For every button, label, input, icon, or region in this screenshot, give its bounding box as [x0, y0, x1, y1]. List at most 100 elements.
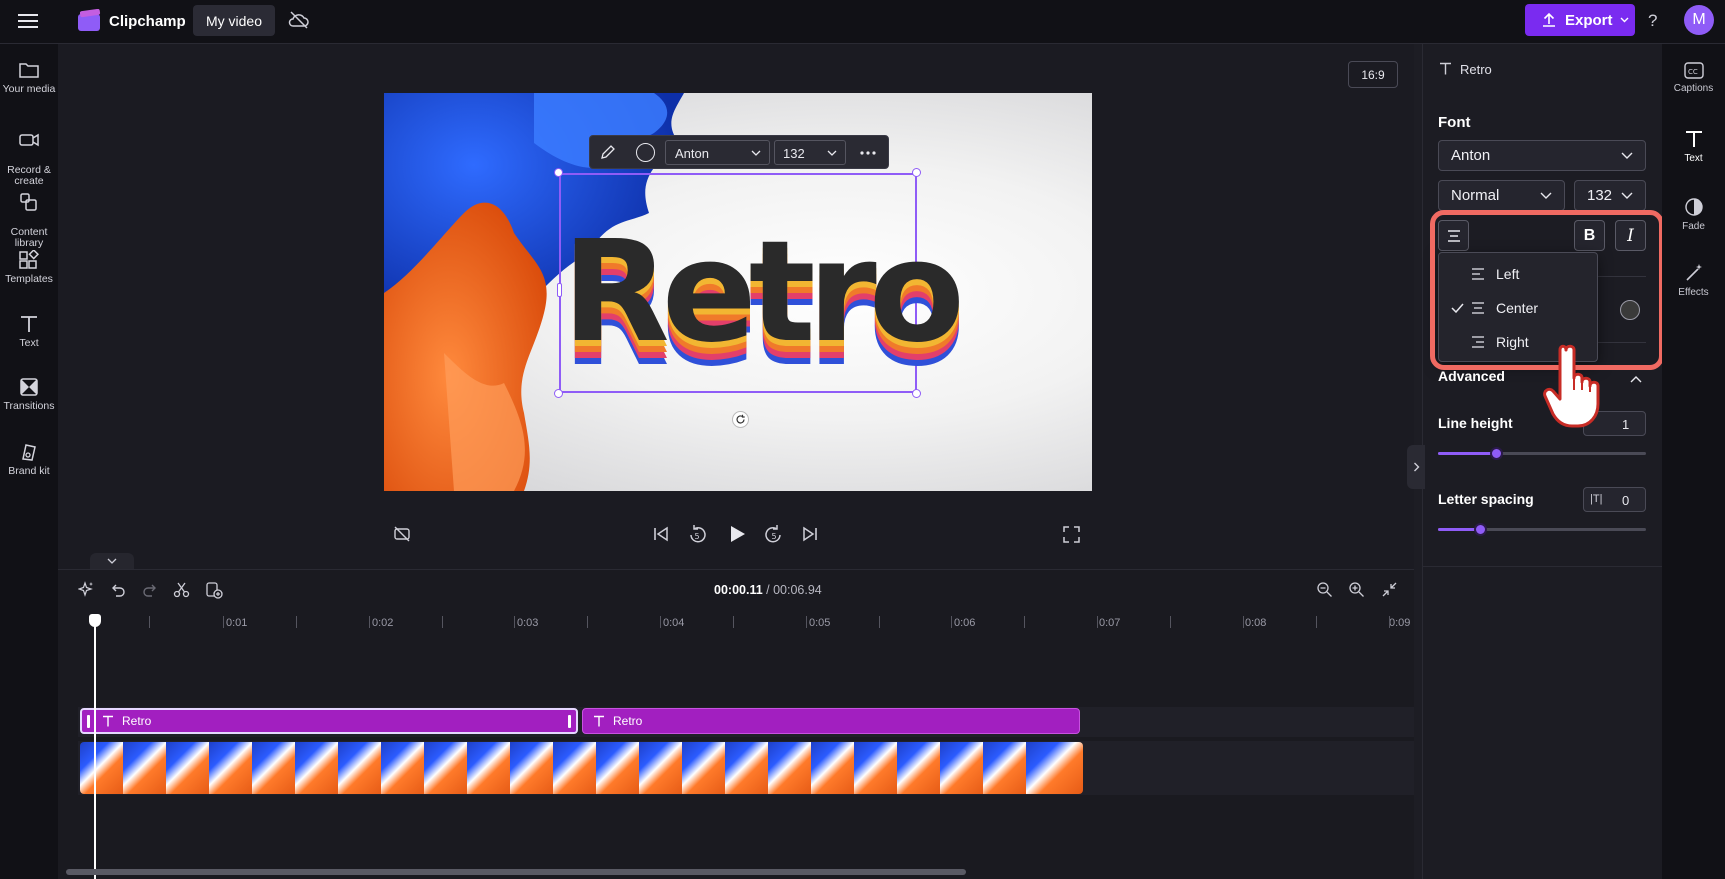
magic-icon[interactable] — [77, 581, 95, 603]
nav-captions[interactable]: CC Captions — [1662, 62, 1725, 94]
line-height-label: Line height — [1438, 415, 1513, 431]
nav-brand-kit[interactable]: Brand kit — [0, 442, 58, 477]
rotate-icon — [736, 414, 745, 424]
playhead[interactable] — [94, 617, 96, 879]
playhead-knob[interactable] — [89, 614, 101, 627]
retro-text-overlay[interactable]: Retro — [562, 198, 965, 388]
nav-fade[interactable]: Fade — [1662, 197, 1725, 232]
export-button[interactable]: Export — [1525, 4, 1635, 36]
forward-5-icon[interactable]: 5 — [763, 524, 785, 551]
resize-handle[interactable] — [554, 389, 563, 398]
redo-icon[interactable] — [142, 582, 158, 603]
section-divider — [1422, 566, 1662, 567]
toolbar-font-dropdown[interactable]: Anton — [665, 140, 770, 165]
fullscreen-icon[interactable] — [1063, 526, 1080, 548]
toolbar-size-dropdown[interactable]: 132 — [774, 140, 846, 165]
ruler-tick — [1024, 616, 1025, 628]
fit-timeline-icon[interactable] — [1381, 581, 1398, 603]
chevron-down-icon — [1621, 192, 1633, 199]
color-swatch[interactable] — [636, 143, 655, 162]
hamburger-menu-icon[interactable] — [18, 12, 40, 35]
letter-spacing-slider[interactable] — [1438, 523, 1646, 536]
resize-handle[interactable] — [912, 389, 921, 398]
resize-handle[interactable] — [554, 168, 563, 177]
clip-trim-handle[interactable] — [87, 715, 90, 728]
skip-forward-icon[interactable] — [801, 525, 819, 548]
ruler-label: 0:05 — [809, 617, 831, 629]
project-title[interactable]: My video — [193, 5, 275, 36]
svg-text:CC: CC — [1688, 68, 1698, 76]
slider-fill — [1438, 452, 1497, 455]
nav-text[interactable]: Text — [0, 314, 58, 349]
thumbnail-frame — [811, 742, 854, 794]
chevron-up-icon[interactable] — [1630, 370, 1642, 388]
ruler-tick — [296, 616, 297, 628]
line-height-slider[interactable] — [1438, 447, 1646, 460]
advanced-section-title: Advanced — [1438, 368, 1505, 384]
thumbnail-frame — [166, 742, 209, 794]
thumbnail-frame — [897, 742, 940, 794]
font-weight-dropdown[interactable]: Normal — [1438, 180, 1565, 211]
nav-record-create[interactable]: Record & create — [0, 119, 58, 187]
text-clip[interactable]: Retro — [582, 708, 1080, 734]
aspect-ratio-button[interactable]: 16:9 — [1348, 61, 1398, 88]
more-options-icon[interactable] — [859, 146, 877, 164]
ruler-tick — [223, 616, 224, 628]
timeline-scrollbar[interactable] — [66, 869, 966, 875]
ruler-tick — [587, 616, 588, 628]
thumbnail-frame — [209, 742, 252, 794]
clip-trim-handle[interactable] — [568, 715, 571, 728]
font-value: Anton — [1451, 147, 1491, 164]
effects-wand-icon — [1685, 264, 1702, 281]
svg-text:5: 5 — [695, 532, 700, 541]
right-sidebar: CC Captions Text Fade Effects — [1662, 44, 1725, 879]
nav-transitions[interactable]: Transitions — [0, 377, 58, 412]
chevron-right-icon — [1413, 462, 1419, 472]
zoom-in-icon[interactable] — [1348, 581, 1365, 603]
nav-your-media[interactable]: Your media — [0, 60, 58, 95]
zoom-out-icon[interactable] — [1316, 581, 1333, 603]
text-icon — [1685, 131, 1702, 147]
rotate-handle[interactable] — [732, 411, 749, 428]
nav-label: Text — [19, 337, 39, 349]
rewind-5-icon[interactable]: 5 — [686, 524, 708, 551]
font-section-title: Font — [1438, 114, 1471, 131]
ruler-label: 0:03 — [517, 617, 539, 629]
thumbnail-frame — [639, 742, 682, 794]
text-clip[interactable]: Retro — [80, 708, 578, 734]
nav-templates[interactable]: Templates — [0, 250, 58, 285]
avatar[interactable]: M — [1684, 5, 1714, 35]
scissors-icon[interactable] — [173, 581, 190, 603]
video-clip[interactable] — [80, 742, 1083, 794]
hide-preview-icon[interactable] — [393, 525, 411, 548]
ruler-label: 0:06 — [954, 617, 976, 629]
help-button[interactable]: ? — [1648, 11, 1657, 31]
letter-spacing-input[interactable]: |T| 0 — [1583, 487, 1646, 512]
play-icon[interactable] — [727, 524, 747, 549]
text-icon — [594, 715, 604, 727]
rnav-label: Effects — [1678, 287, 1709, 298]
thumbnail-frame — [252, 742, 295, 794]
thumbnail-frame — [768, 742, 811, 794]
collapse-right-panel-button[interactable] — [1407, 445, 1425, 489]
nav-text-properties[interactable]: Text — [1662, 129, 1725, 164]
cloud-off-icon[interactable] — [288, 11, 310, 34]
nav-content-library[interactable]: Content library — [0, 181, 58, 249]
rnav-label: Captions — [1673, 83, 1714, 94]
skip-back-icon[interactable] — [652, 525, 670, 548]
ruler-tick — [442, 616, 443, 628]
pencil-icon[interactable] — [599, 144, 616, 166]
ruler-tick — [879, 616, 880, 628]
toolbar-size-value: 132 — [783, 146, 805, 161]
thumbnail-frame — [854, 742, 897, 794]
add-media-icon[interactable] — [205, 581, 223, 604]
font-size-dropdown[interactable]: 132 — [1574, 180, 1646, 211]
svg-text:5: 5 — [772, 532, 777, 541]
font-dropdown[interactable]: Anton — [1438, 140, 1646, 171]
nav-effects[interactable]: Effects — [1662, 263, 1725, 298]
clipchamp-logo-icon — [77, 8, 102, 38]
slider-thumb[interactable] — [1473, 523, 1487, 536]
collapse-timeline-button[interactable] — [90, 553, 134, 569]
resize-handle[interactable] — [912, 168, 921, 177]
undo-icon[interactable] — [110, 582, 126, 603]
